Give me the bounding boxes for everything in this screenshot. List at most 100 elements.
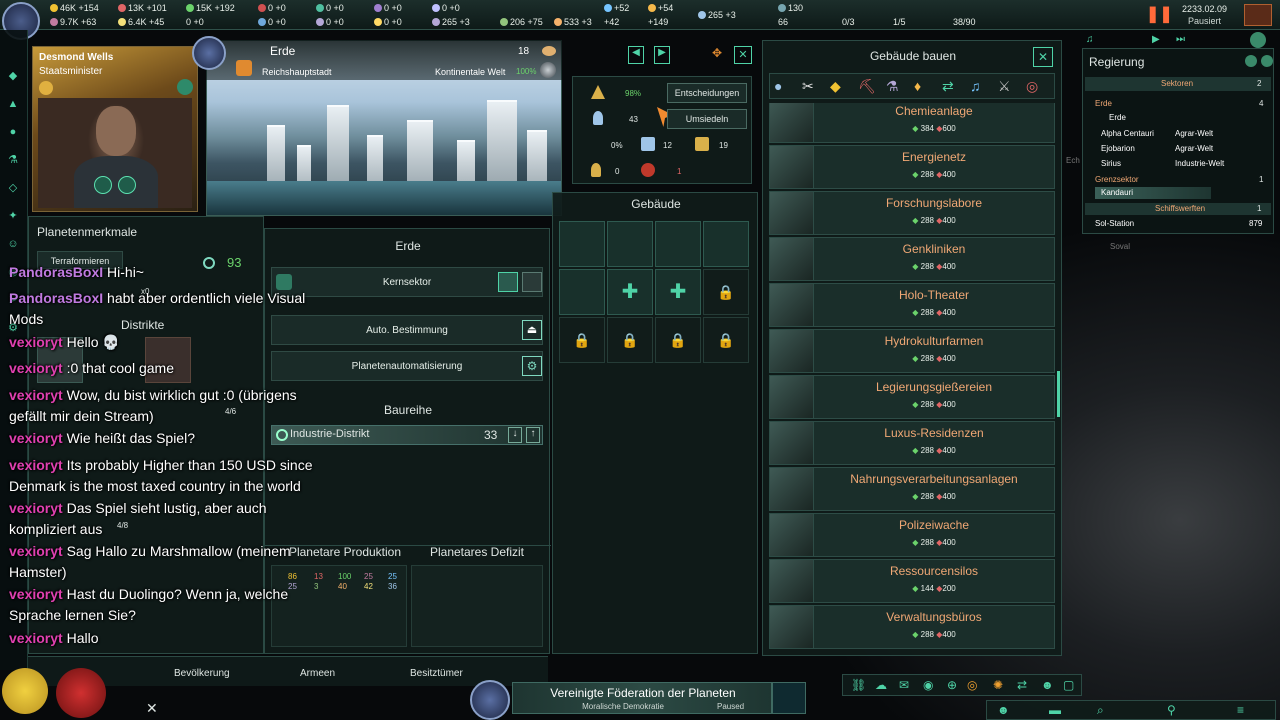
close-planet-button[interactable]: ✕ <box>734 46 752 64</box>
focus-icon[interactable]: ✥ <box>708 46 726 64</box>
tab-holdings[interactable]: Besitztümer <box>410 668 463 679</box>
unity-resource[interactable]: +54 <box>648 3 673 13</box>
person-icon[interactable]: ☻ <box>1041 678 1054 692</box>
sector-settings-icon[interactable] <box>498 272 518 292</box>
close-build-panel-button[interactable]: ✕ <box>1033 47 1053 67</box>
eye-icon[interactable]: ◉ <box>923 678 933 692</box>
building-slot[interactable] <box>703 221 749 267</box>
list-item[interactable]: Genkliniken ◆ 288 ◆400 <box>769 237 1055 281</box>
outliner-toggle-icon[interactable] <box>1250 32 1266 48</box>
zro-resource[interactable]: 0 +0 <box>432 3 460 13</box>
person-icon[interactable]: ☻ <box>997 703 1010 717</box>
technology-icon[interactable]: ⚗ <box>6 154 20 166</box>
music-icon[interactable]: ♫ <box>1086 34 1094 45</box>
planet-item[interactable]: Alpha Centauri <box>1101 129 1154 138</box>
exotic-gas-resource[interactable]: 0 +0 <box>316 3 344 13</box>
building-slot[interactable] <box>559 221 605 267</box>
planet-item[interactable]: Kandauri <box>1095 187 1211 199</box>
crosshair-icon[interactable]: ⊕ <box>947 678 957 692</box>
planet-item[interactable]: Erde <box>1109 113 1126 122</box>
camera-toolbar: ☻ ▬ ⌕ ⚲ ≡ <box>986 700 1276 720</box>
pause-button[interactable]: ❚❚ <box>1146 5 1173 25</box>
eject-icon[interactable]: ⏏ <box>522 320 542 340</box>
research-category-icon[interactable]: ⚗ <box>886 78 899 95</box>
trash-icon[interactable] <box>522 272 542 292</box>
building-slot[interactable] <box>607 221 653 267</box>
planet-emblem[interactable] <box>192 36 226 70</box>
list-item[interactable]: Ressourcensilos ◆ 144 ◆200 <box>769 559 1055 603</box>
resettle-button[interactable]: Umsiedeln <box>667 109 747 129</box>
energy-category-icon[interactable]: ◆ <box>830 78 841 95</box>
list-item[interactable]: Chemieanlage ◆ 384 ◆600 <box>769 103 1055 143</box>
gear-icon[interactable]: ⚙ <box>522 356 542 376</box>
next-track-icon[interactable]: ⏭ <box>1176 34 1185 45</box>
list-item[interactable]: Polizeiwache ◆ 288 ◆400 <box>769 513 1055 557</box>
situation-icon[interactable]: ▲ <box>6 98 20 110</box>
influence-resource[interactable]: +52 <box>604 3 629 13</box>
list-item[interactable]: Energienetz ◆ 288 ◆400 <box>769 145 1055 189</box>
scrollbar-thumb[interactable] <box>1057 371 1060 417</box>
tools-icon[interactable]: ✕ <box>146 700 158 717</box>
planet-item[interactable]: Sirius <box>1101 159 1121 168</box>
list-item[interactable]: Holo-Theater ◆ 288 ◆400 <box>769 283 1055 327</box>
pops-category-icon[interactable]: ● <box>774 78 782 94</box>
tab-population[interactable]: Bevölkerung <box>174 668 230 679</box>
play-icon[interactable]: ▶ <box>1152 34 1160 45</box>
add-building-icon[interactable]: ✚ <box>655 269 701 315</box>
motes-resource[interactable]: 0 +0 <box>374 3 402 13</box>
decisions-button[interactable]: Entscheidungen <box>667 83 747 103</box>
list-item[interactable]: Legierungsgießereien ◆ 288 ◆400 <box>769 375 1055 419</box>
policies-icon[interactable]: ◇ <box>6 182 20 194</box>
chat-icon[interactable]: ✉ <box>899 678 909 692</box>
galaxy-map-icon[interactable] <box>772 682 806 714</box>
food-resource[interactable]: 15K +192 <box>186 3 235 13</box>
government-icon[interactable]: ◆ <box>6 70 20 82</box>
sectors-header[interactable]: Sektoren 2 <box>1085 77 1271 91</box>
shipyards-header[interactable]: Schiffswerften 1 <box>1085 203 1271 215</box>
building-slot[interactable] <box>559 269 605 315</box>
list-item[interactable]: Forschungslabore ◆ 288 ◆400 <box>769 191 1055 235</box>
settings-icon[interactable] <box>1245 55 1257 67</box>
amenities-category-icon[interactable]: ♫ <box>970 78 981 94</box>
collapse-icon[interactable] <box>1261 55 1273 67</box>
empire-banner[interactable]: Vereinigte Föderation der Planeten Moral… <box>512 682 772 714</box>
cloud-icon[interactable]: ☁ <box>875 678 887 692</box>
unity-category-icon[interactable]: ♦ <box>914 78 921 94</box>
target-icon[interactable]: ◎ <box>967 678 977 692</box>
building-slot[interactable] <box>655 221 701 267</box>
tools-category-icon[interactable]: ✂ <box>802 78 814 95</box>
list-item[interactable]: Hydrokulturfarmen ◆ 288 ◆400 <box>769 329 1055 373</box>
search-icon[interactable]: ⌕ <box>1097 703 1104 718</box>
tab-armies[interactable]: Armeen <box>300 668 335 679</box>
station-item[interactable]: Sol-Station <box>1095 219 1134 228</box>
hyperlane-icon[interactable]: ⛓ <box>851 678 866 692</box>
rare-crystals-resource[interactable]: 0 +0 <box>258 3 286 13</box>
move-up-icon[interactable]: ↑ <box>526 427 540 443</box>
target-category-icon[interactable]: ◎ <box>1026 78 1038 95</box>
list-item[interactable]: Nahrungsverarbeitungsanlagen ◆ 288 ◆400 <box>769 467 1055 511</box>
trade-category-icon[interactable]: ⇄ <box>942 78 954 95</box>
planet-item[interactable]: Ejobarion <box>1101 144 1135 153</box>
route-icon[interactable]: ⇄ <box>1017 678 1027 692</box>
chat-message: PandorasBoxI habt aber ordentlich viele … <box>9 290 306 327</box>
menu-icon[interactable]: ≡ <box>1237 703 1244 717</box>
empire-emblem[interactable] <box>470 680 510 720</box>
minerals-resource[interactable]: 13K +101 <box>118 3 167 13</box>
add-building-icon[interactable]: ✚ <box>607 269 653 315</box>
list-item[interactable]: Luxus-Residenzen ◆ 288 ◆400 <box>769 421 1055 465</box>
previous-planet-button[interactable]: ◀ <box>628 46 644 64</box>
traditions-icon[interactable]: ✦ <box>6 210 20 222</box>
contacts-icon[interactable]: ● <box>6 126 20 138</box>
list-item[interactable]: Verwaltungsbüros ◆ 288 ◆400 <box>769 605 1055 649</box>
alert-icon[interactable] <box>1244 4 1272 26</box>
military-category-icon[interactable]: ⚔ <box>998 78 1011 95</box>
zoom-out-icon[interactable]: ▬ <box>1049 703 1061 717</box>
species-icon[interactable]: ☺ <box>6 238 20 250</box>
minerals-category-icon[interactable]: ⛏ <box>858 78 876 95</box>
square-icon[interactable]: ▢ <box>1063 678 1074 692</box>
pin-icon[interactable]: ⚲ <box>1167 703 1176 717</box>
energy-resource[interactable]: 46K +154 <box>50 3 99 13</box>
system-icon[interactable]: ✺ <box>993 678 1003 692</box>
next-planet-button[interactable]: ▶ <box>654 46 670 64</box>
move-down-icon[interactable]: ↓ <box>508 427 522 443</box>
